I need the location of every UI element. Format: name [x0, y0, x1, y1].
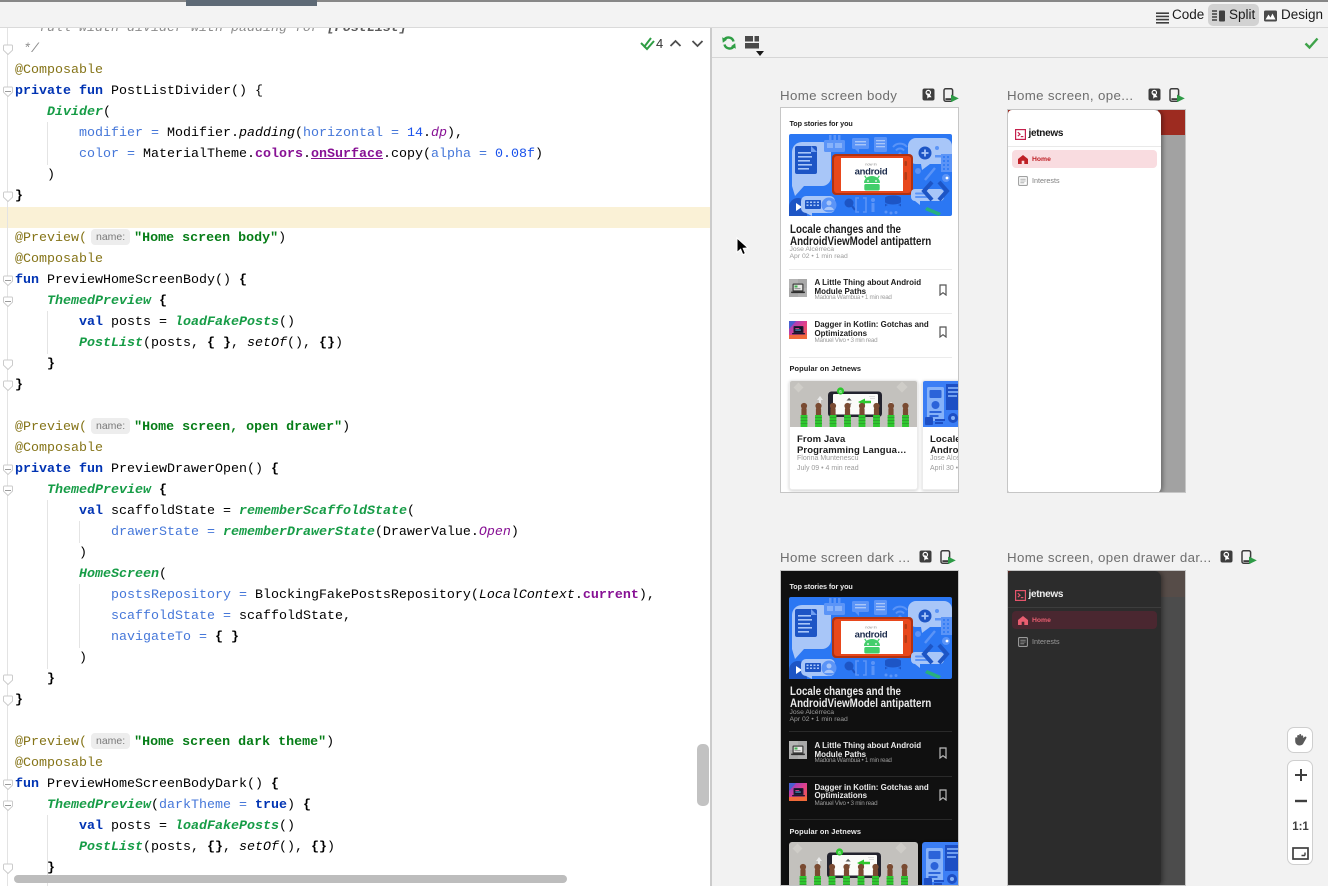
svg-text:android: android [855, 629, 888, 640]
svg-text:android: android [855, 167, 888, 178]
